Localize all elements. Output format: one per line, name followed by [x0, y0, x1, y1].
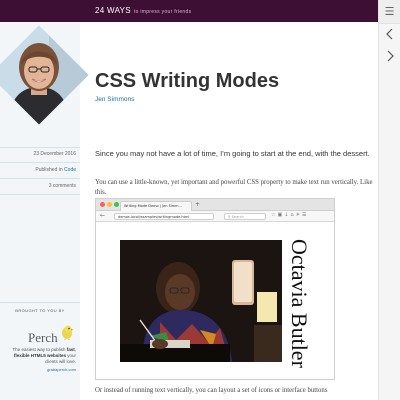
site-tagline: to impress your friends [133, 9, 192, 15]
search-icon: ⚲ [228, 215, 231, 219]
site-brand[interactable]: 24 WAYS to impress your friends [95, 6, 191, 15]
sponsor-link[interactable]: grabaperch.com [6, 367, 76, 372]
site-brand-name[interactable]: 24 WAYS [95, 6, 131, 15]
browser-navbar: ← demos.local/examples/writingmode.html … [96, 211, 334, 222]
browser-toolbar-icons: ☆▣↓⌂☀☰ [271, 212, 309, 218]
sponsor-text: , [74, 347, 76, 352]
browser-titlebar: Writing Mode Demo | Jen Simm... + [96, 199, 334, 211]
vertical-caption: Octavia Butler [287, 239, 312, 368]
category-link[interactable]: Code [64, 167, 76, 173]
article-paragraph: Or instead of running text vertically, y… [95, 387, 328, 394]
divider [0, 302, 80, 303]
back-arrow-icon: ← [100, 212, 106, 219]
published-prefix: Published in [35, 167, 65, 173]
chevron-left-icon [385, 28, 392, 40]
sponsor-description: The easiest way to publish fast, flexibl… [6, 347, 76, 365]
article-title: CSS Writing Modes [95, 70, 280, 92]
minimize-dot-icon [107, 202, 112, 207]
author-link[interactable]: Jen Simmons [95, 96, 134, 103]
sponsor-text-bold: flexible HTML5 websites [13, 353, 66, 358]
right-nav-bar: ☰ [378, 0, 400, 400]
divider [0, 178, 80, 179]
new-tab-icon: + [195, 201, 201, 208]
comments-link[interactable]: 3 comments [49, 183, 76, 189]
demo-screenshot: Writing Mode Demo | Jen Simm... + ← demo… [95, 198, 335, 380]
hamburger-icon: ☰ [384, 5, 395, 18]
next-article-button[interactable] [379, 44, 400, 68]
perch-logo[interactable]: Perch [28, 330, 58, 346]
divider [0, 162, 80, 163]
article-category: Published in Code [35, 167, 76, 173]
close-dot-icon [100, 202, 105, 207]
browser-search: ⚲ Search [224, 213, 266, 220]
browser-tab: Writing Mode Demo | Jen Simm... [120, 201, 192, 211]
divider [0, 194, 80, 195]
chevron-right-icon [387, 50, 394, 62]
browser-url: demos.local/examples/writingmode.html [114, 213, 214, 220]
perch-bird-icon [62, 325, 74, 340]
octavia-butler-photo [120, 240, 282, 362]
maximize-dot-icon [114, 202, 119, 207]
sponsor-label: BROUGHT TO YOU BY [15, 308, 65, 313]
article-lead: Since you may not have a lot of time, I’… [95, 149, 370, 158]
divider [0, 147, 80, 148]
article-date: 23 December 2016 [33, 151, 76, 157]
article-paragraph: You can use a little-known, yet importan… [95, 179, 373, 196]
previous-article-button[interactable] [379, 22, 400, 46]
sponsor-text-bold: fast [66, 347, 75, 352]
browser-search-placeholder: Search [231, 215, 244, 219]
top-bar: 24 WAYS to impress your friends [0, 0, 400, 22]
menu-button[interactable]: ☰ [379, 0, 400, 24]
sponsor-text: The easiest way to publish [12, 347, 67, 352]
